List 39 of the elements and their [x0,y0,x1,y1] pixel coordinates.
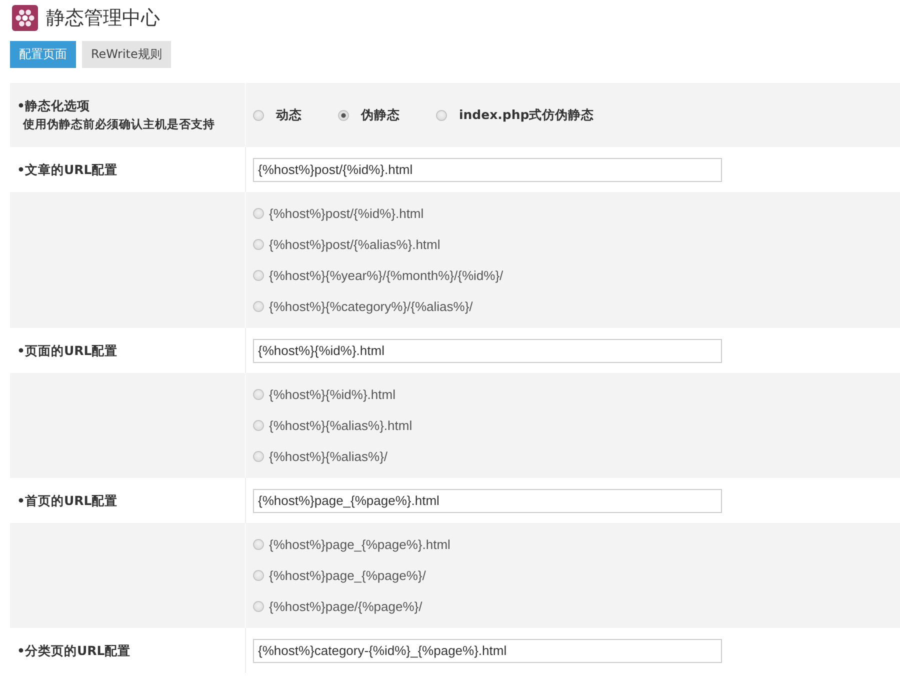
radio-option[interactable]: {%host%}page_{%page%}/ [253,560,426,591]
radio-option[interactable]: {%host%}{%category%}/{%alias%}/ [253,291,473,322]
setting-label: •静态化选项 [17,97,91,115]
radio-option[interactable]: {%host%}{%alias%}.html [253,410,412,441]
radio-option[interactable]: 伪静态 [338,106,400,124]
setting-label: •页面的URL配置 [17,342,119,360]
radio-icon[interactable] [253,301,264,312]
flower-logo-icon [12,4,38,30]
radio-option[interactable]: {%host%}page_{%page%}.html [253,529,450,560]
url-field[interactable]: {%host%}post/{%id%}.html [253,158,722,182]
radio-option[interactable]: index.php式仿伪静态 [436,106,594,124]
radio-icon[interactable] [253,601,264,612]
setting-label: •首页的URL配置 [17,492,119,510]
setting-label: •文章的URL配置 [17,161,119,179]
radio-option[interactable]: {%host%}page/{%page%}/ [253,591,422,622]
url-field[interactable]: {%host%}category-{%id%}_{%page%}.html [253,638,722,662]
radio-icon[interactable] [253,110,264,120]
radio-icon[interactable] [253,451,264,462]
radio-icon[interactable] [253,270,264,281]
radio-option[interactable]: {%host%}{%year%}/{%month%}/{%id%}/ [253,260,504,291]
tab[interactable]: ReWrite规则 [82,41,171,68]
radio-option[interactable]: {%host%}post/{%alias%}.html [253,229,440,260]
page-title: 静态管理中心 [46,6,160,30]
radio-icon[interactable] [436,110,447,120]
radio-option[interactable]: {%host%}{%alias%}/ [253,441,388,472]
radio-icon[interactable] [253,208,264,219]
radio-icon[interactable] [253,389,264,400]
radio-option[interactable]: {%host%}post/{%id%}.html [253,198,424,229]
setting-note: 使用伪静态前必须确认主机是否支持 [22,116,216,133]
radio-icon[interactable] [253,570,264,581]
radio-icon[interactable] [253,239,264,250]
radio-option[interactable]: 动态 [253,106,302,124]
radio-icon[interactable] [253,420,264,431]
setting-label: •分类页的URL配置 [17,642,132,660]
url-field[interactable]: {%host%}page_{%page%}.html [253,488,722,512]
url-field[interactable]: {%host%}{%id%}.html [253,338,722,362]
radio-icon[interactable] [253,539,264,550]
radio-option[interactable]: {%host%}{%id%}.html [253,379,396,410]
radio-icon[interactable] [338,110,349,120]
